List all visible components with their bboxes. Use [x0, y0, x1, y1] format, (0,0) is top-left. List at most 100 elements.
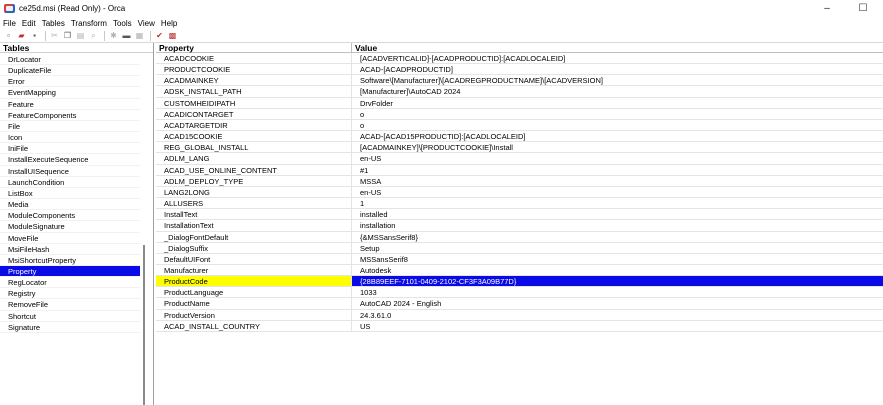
value-cell[interactable]: 1033	[352, 287, 883, 297]
value-cell[interactable]: [ACADMAINKEY]\[PRODUCTCOOKIE]\Install	[352, 142, 883, 152]
table-row[interactable]: ProductCode {28B89EEF-7101-0409-2102-CF3F…	[156, 276, 883, 288]
value-cell[interactable]: [Manufacturer]\AutoCAD 2024	[352, 86, 883, 96]
menu-tools[interactable]: Tools	[113, 19, 132, 28]
paste-icon[interactable]: ▤	[75, 30, 86, 41]
property-cell[interactable]: ACADCOOKIE	[156, 53, 352, 64]
table-list-item[interactable]: Media	[0, 199, 140, 211]
menu-transform[interactable]: Transform	[71, 19, 107, 28]
merge-icon[interactable]: ▩	[167, 30, 178, 41]
value-cell[interactable]: Autodesk	[352, 265, 883, 275]
value-cell[interactable]: MSSA	[352, 176, 883, 186]
table-row[interactable]: ACADICONTARGET o	[156, 108, 883, 120]
value-cell[interactable]: 24.3.61.0	[352, 310, 883, 320]
table-row[interactable]: InstallationText installation	[156, 220, 883, 232]
add-row-icon[interactable]: ▬	[121, 30, 132, 41]
value-cell[interactable]: {&MSSansSerif8}	[352, 232, 883, 242]
value-cell[interactable]: DrvFolder	[352, 98, 883, 108]
property-cell[interactable]: ProductCode	[156, 276, 352, 287]
property-cell[interactable]: ACADICONTARGET	[156, 108, 352, 119]
table-list-item[interactable]: Property	[0, 265, 140, 278]
property-cell[interactable]: ACAD15COOKIE	[156, 131, 352, 142]
table-list-item[interactable]: InstallExecuteSequence	[0, 154, 140, 166]
property-cell[interactable]: ACADTARGETDIR	[156, 119, 352, 131]
table-row[interactable]: ProductVersion 24.3.61.0	[156, 309, 883, 321]
table-list-item[interactable]: Icon	[0, 132, 140, 144]
table-row[interactable]: ACADTARGETDIR o	[156, 119, 883, 132]
table-row[interactable]: _DialogFontDefault {&MSSansSerif8}	[156, 231, 883, 243]
property-cell[interactable]: CUSTOMHEIDIPATH	[156, 97, 352, 108]
add-table-icon[interactable]: ✱	[108, 30, 119, 41]
property-cell[interactable]: LANG2LONG	[156, 186, 352, 198]
table-list-item[interactable]: DrLocator	[0, 54, 140, 66]
value-cell[interactable]: Setup	[352, 243, 883, 253]
value-cell[interactable]: en-US	[352, 187, 883, 197]
table-row[interactable]: ACAD15COOKIE ACAD-[ACAD15PRODUCTID]:[ACAD…	[156, 131, 883, 143]
table-row[interactable]: LANG2LONG en-US	[156, 186, 883, 199]
table-list-item[interactable]: RemoveFile	[0, 299, 140, 311]
value-cell[interactable]: #1	[352, 165, 883, 175]
table-list-item[interactable]: Signature	[0, 322, 140, 333]
value-cell[interactable]: o	[352, 120, 883, 130]
value-cell[interactable]: US	[352, 321, 883, 331]
table-list-item[interactable]: EventMapping	[0, 87, 140, 99]
table-list-item[interactable]: FeatureComponents	[0, 110, 140, 121]
copy-icon[interactable]: ❐	[62, 30, 73, 41]
property-cell[interactable]: _DialogSuffix	[156, 242, 352, 253]
table-row[interactable]: REG_GLOBAL_INSTALL [ACADMAINKEY]\[PRODUCT…	[156, 142, 883, 154]
value-cell[interactable]: en-US	[352, 153, 883, 163]
table-list-item[interactable]: MsiFileHash	[0, 244, 140, 255]
table-row[interactable]: _DialogSuffix Setup	[156, 242, 883, 254]
cut-icon[interactable]: ✂	[49, 30, 60, 41]
property-cell[interactable]: ProductLanguage	[156, 287, 352, 298]
table-row[interactable]: Manufacturer Autodesk	[156, 264, 883, 277]
table-row[interactable]: ALLUSERS 1	[156, 198, 883, 210]
value-cell[interactable]: 1	[352, 198, 883, 208]
validate-icon[interactable]: ✔	[154, 30, 165, 41]
table-list-item[interactable]: File	[0, 121, 140, 133]
table-list-item[interactable]: ModuleSignature	[0, 221, 140, 233]
new-icon[interactable]: ▫	[3, 30, 14, 41]
value-cell[interactable]: Software\[Manufacturer]\[ACADREGPRODUCTN…	[352, 75, 883, 85]
value-cell[interactable]: AutoCAD 2024 - English	[352, 298, 883, 308]
save-icon[interactable]: ▪	[29, 30, 40, 41]
property-cell[interactable]: ALLUSERS	[156, 198, 352, 209]
table-list-item[interactable]: Shortcut	[0, 311, 140, 322]
table-row[interactable]: ACAD_INSTALL_COUNTRY US	[156, 320, 883, 332]
maximize-button[interactable]: ☐	[845, 0, 881, 17]
table-row[interactable]: DefaultUIFont MSSansSerif8	[156, 253, 883, 265]
table-list-item[interactable]: InstallUISequence	[0, 166, 140, 177]
table-row[interactable]: ACADMAINKEY Software\[Manufacturer]\[ACAD…	[156, 75, 883, 87]
value-cell[interactable]: {28B89EEF-7101-0409-2102-CF3F3A09B77D}	[352, 276, 883, 287]
property-cell[interactable]: InstallText	[156, 209, 352, 220]
table-row[interactable]: CUSTOMHEIDIPATH DrvFolder	[156, 97, 883, 109]
table-row[interactable]: ADLM_DEPLOY_TYPE MSSA	[156, 175, 883, 187]
property-cell[interactable]: ACAD_INSTALL_COUNTRY	[156, 320, 352, 331]
table-row[interactable]: ProductName AutoCAD 2024 - English	[156, 298, 883, 310]
tables-scrollbar[interactable]	[143, 245, 145, 405]
property-cell[interactable]: ACADMAINKEY	[156, 75, 352, 86]
value-cell[interactable]: ACAD-[ACADPRODUCTID]	[352, 64, 883, 74]
table-list-item[interactable]: IniFile	[0, 143, 140, 155]
find-icon[interactable]: ⌕	[88, 30, 99, 41]
property-cell[interactable]: ACAD_USE_ONLINE_CONTENT	[156, 164, 352, 175]
property-cell[interactable]: InstallationText	[156, 220, 352, 231]
table-row[interactable]: ADSK_INSTALL_PATH [Manufacturer]\AutoCAD …	[156, 86, 883, 98]
property-cell[interactable]: ADLM_LANG	[156, 153, 352, 164]
value-cell[interactable]: installation	[352, 220, 883, 230]
menu-edit[interactable]: Edit	[22, 19, 36, 28]
property-cell[interactable]: Manufacturer	[156, 264, 352, 276]
table-row[interactable]: InstallText installed	[156, 209, 883, 221]
value-cell[interactable]: o	[352, 109, 883, 119]
table-list-item[interactable]: MoveFile	[0, 233, 140, 244]
value-cell[interactable]: MSSansSerif8	[352, 254, 883, 264]
menu-file[interactable]: File	[3, 19, 16, 28]
column-header-property[interactable]: Property	[156, 43, 352, 53]
property-cell[interactable]: ProductVersion	[156, 309, 352, 320]
property-cell[interactable]: ADLM_DEPLOY_TYPE	[156, 175, 352, 186]
value-cell[interactable]: installed	[352, 209, 883, 219]
value-cell[interactable]: [ACADVERTICALID]-[ACADPRODUCTID]:[ACADLO…	[352, 53, 883, 63]
drop-icon[interactable]: ▦	[134, 30, 145, 41]
open-icon[interactable]: ▰	[16, 30, 27, 41]
table-row[interactable]: PRODUCTCOOKIE ACAD-[ACADPRODUCTID]	[156, 64, 883, 76]
table-list-item[interactable]: RegLocator	[0, 277, 140, 289]
